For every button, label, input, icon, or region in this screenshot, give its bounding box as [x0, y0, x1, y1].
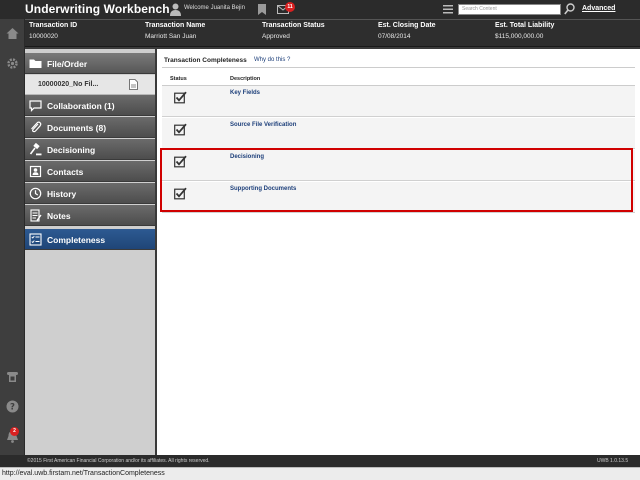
sidebar-item-label: Collaboration (1) — [47, 101, 115, 111]
page-title: Transaction Completeness — [164, 57, 247, 64]
folder-icon — [29, 59, 42, 68]
clock-icon — [29, 187, 42, 200]
tx-liability-column: Est. Total Liability $115,000,000.00 — [495, 22, 554, 40]
tx-name-label: Transaction Name — [145, 22, 206, 29]
tx-id-value: 10000020 — [29, 33, 58, 40]
tx-id-label: Transaction ID — [29, 22, 78, 29]
copyright-text: ©2015 First American Financial Corporati… — [27, 458, 210, 464]
sidebar-item-label: History — [47, 189, 77, 199]
row-description-link[interactable]: Key Fields — [230, 90, 260, 96]
sidebar-item-label: File/Order — [47, 59, 88, 69]
sidebar-item-contacts[interactable]: Contacts — [25, 161, 155, 182]
mail-count-badge[interactable]: 11 — [285, 2, 295, 12]
sidebar-item-collaboration[interactable]: Collaboration (1) — [25, 95, 155, 116]
paperclip-icon — [31, 121, 42, 133]
tx-name-column: Transaction Name Marriott San Juan — [145, 22, 205, 40]
welcome-text: Welcome Juanita Bejin — [184, 5, 245, 11]
sidebar-item-label: Contacts — [47, 167, 84, 177]
sidebar-item-label: Completeness — [47, 235, 106, 245]
tx-closing-column: Est. Closing Date 07/08/2014 — [378, 22, 436, 40]
bookmark-icon[interactable] — [258, 4, 266, 15]
tx-closing-value: 07/08/2014 — [378, 33, 411, 40]
status-column-header: Status — [170, 76, 187, 82]
main-content: Transaction Completeness Why do this ? S… — [157, 49, 640, 455]
sidebar-subitem-label: 10000020_No Fil... — [38, 81, 99, 88]
transaction-bar: Transaction ID 10000020 Transaction Name… — [25, 19, 640, 47]
why-do-this-link[interactable]: Why do this ? — [254, 57, 290, 63]
title-divider — [162, 67, 635, 68]
app-title: Underwriting Workbench — [25, 2, 170, 16]
tx-status-label: Transaction Status — [262, 22, 325, 29]
sidebar: File/Order 10000020_No Fil... Collaborat… — [25, 49, 155, 455]
top-header: Underwriting Workbench Welcome Juanita B… — [0, 0, 640, 19]
footer: ©2015 First American Financial Corporati… — [0, 455, 640, 467]
checkbox-checked-icon — [174, 123, 187, 136]
notification-badge[interactable]: 2 — [10, 427, 19, 436]
sidebar-item-notes[interactable]: Notes — [25, 205, 155, 226]
search-input[interactable]: Search Content — [458, 4, 561, 15]
help-icon[interactable]: ? — [6, 400, 19, 413]
sidebar-subitem-file[interactable]: 10000020_No Fil... — [25, 75, 155, 95]
tx-status-value: Approved — [262, 33, 290, 40]
version-text: UWB 1.0.13.5 — [597, 458, 629, 464]
contacts-icon — [29, 165, 42, 178]
phone-icon[interactable] — [6, 370, 19, 383]
row-description-link[interactable]: Source File Verification — [230, 122, 296, 128]
highlight-box — [160, 148, 633, 212]
checklist-icon — [29, 233, 42, 246]
advanced-search-link[interactable]: Advanced — [582, 5, 615, 12]
search-icon[interactable] — [564, 3, 575, 15]
home-icon[interactable] — [6, 27, 19, 40]
chat-icon — [29, 100, 42, 112]
tx-id-column: Transaction ID 10000020 — [29, 22, 77, 40]
user-icon[interactable] — [170, 3, 181, 16]
sidebar-item-label: Decisioning — [47, 145, 96, 155]
document-icon[interactable] — [129, 79, 138, 90]
sidebar-item-label: Documents (8) — [47, 123, 107, 133]
browser-status-bar: http://eval.uwb.firstam.net/TransactionC… — [0, 467, 640, 480]
list-icon[interactable] — [443, 5, 453, 14]
sidebar-item-history[interactable]: History — [25, 183, 155, 204]
table-row: Key Fields — [162, 86, 635, 117]
sidebar-item-label: Notes — [47, 211, 71, 221]
tx-liability-label: Est. Total Liability — [495, 22, 555, 29]
gear-icon[interactable] — [6, 57, 19, 70]
svg-text:?: ? — [10, 403, 15, 413]
sidebar-item-file-order[interactable]: File/Order — [25, 53, 155, 74]
gavel-icon — [29, 143, 42, 156]
checkbox-checked-icon — [174, 91, 187, 104]
status-url: http://eval.uwb.firstam.net/TransactionC… — [2, 470, 165, 477]
icon-rail: ? — [0, 19, 25, 455]
tx-liability-value: $115,000,000.00 — [495, 33, 544, 40]
sidebar-item-decisioning[interactable]: Decisioning — [25, 139, 155, 160]
notes-icon — [30, 209, 42, 222]
table-row: Source File Verification — [162, 118, 635, 149]
tx-name-value: Marriott San Juan — [145, 33, 197, 40]
sidebar-item-documents[interactable]: Documents (8) — [25, 117, 155, 138]
sidebar-item-completeness[interactable]: Completeness — [25, 229, 155, 250]
description-column-header: Description — [230, 76, 261, 82]
tx-status-column: Transaction Status Approved — [262, 22, 325, 40]
tx-closing-label: Est. Closing Date — [378, 22, 436, 29]
